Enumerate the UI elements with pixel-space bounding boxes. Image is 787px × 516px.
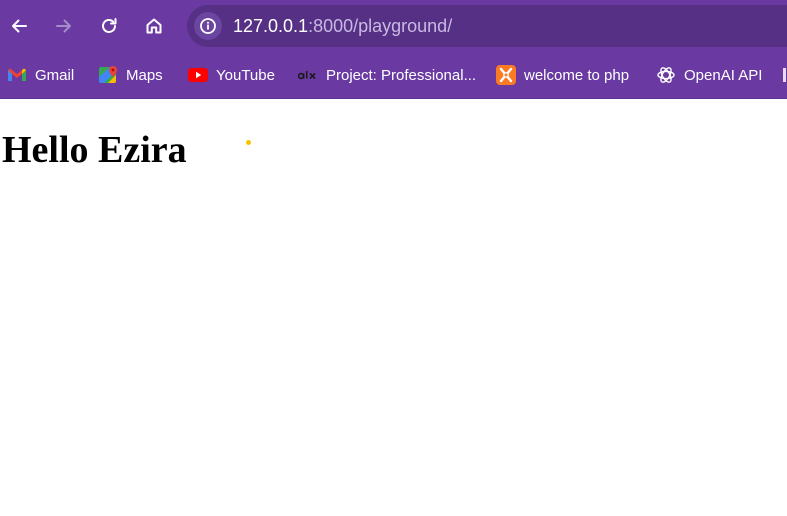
bookmark-label: OpenAI API xyxy=(684,66,763,84)
bookmark-maps[interactable]: Maps xyxy=(98,61,163,89)
url-path: :8000/playground/ xyxy=(308,15,453,36)
arrow-right-icon xyxy=(56,19,71,33)
site-info-button[interactable] xyxy=(194,12,222,40)
bookmark-label: YouTube xyxy=(216,66,275,84)
alx-icon xyxy=(298,65,318,85)
bookmark-label: welcome to php xyxy=(524,66,630,84)
home-icon xyxy=(146,18,162,34)
url-host: 127.0.0.1 xyxy=(233,15,309,36)
bookmark-gmail[interactable]: Gmail xyxy=(7,61,74,89)
xampp-icon xyxy=(496,65,516,85)
gmail-icon xyxy=(7,65,27,85)
forward-button[interactable] xyxy=(46,8,82,44)
bookmark-openai-api[interactable]: OpenAI API xyxy=(656,61,762,89)
reload-button[interactable] xyxy=(91,8,127,44)
bookmark-label: Gmail xyxy=(35,66,75,84)
address-bar[interactable]: 127.0.0.1:8000/playground/ xyxy=(187,5,787,47)
cursor-highlight xyxy=(246,140,251,145)
bookmarks-bar: Gmail Maps YouTube Project: Professional… xyxy=(0,52,787,99)
google-maps-icon xyxy=(98,65,118,85)
browser-toolbar: 127.0.0.1:8000/playground/ xyxy=(0,0,787,52)
bookmark-label: Project: Professional... xyxy=(326,66,477,84)
openai-icon xyxy=(656,65,676,85)
reload-icon xyxy=(102,18,117,33)
home-button[interactable] xyxy=(136,8,172,44)
bookmark-label: Maps xyxy=(126,66,163,84)
arrow-left-icon xyxy=(12,19,27,33)
page-heading: Hello Ezira xyxy=(2,129,187,171)
browser-window: 127.0.0.1:8000/playground/ Gmail Maps Yo… xyxy=(0,0,787,516)
bookmark-overflow-edge[interactable] xyxy=(783,68,786,82)
youtube-icon xyxy=(188,65,208,85)
page-content: Hello Ezira xyxy=(0,99,787,516)
bookmark-alx-project[interactable]: Project: Professional... xyxy=(298,61,476,89)
bookmark-youtube[interactable]: YouTube xyxy=(188,61,275,89)
url-text[interactable]: 127.0.0.1:8000/playground/ xyxy=(233,16,452,37)
info-icon xyxy=(200,18,216,34)
back-button[interactable] xyxy=(1,8,37,44)
bookmark-welcome-php[interactable]: welcome to php xyxy=(496,61,629,89)
